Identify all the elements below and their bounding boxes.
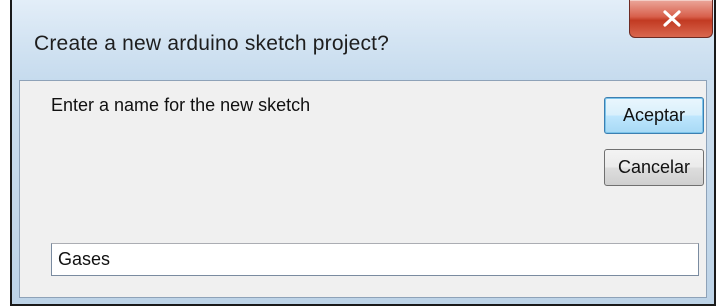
dialog-body: Enter a name for the new sketch Aceptar … xyxy=(19,80,707,298)
sketch-name-input[interactable] xyxy=(51,243,699,276)
cancel-button[interactable]: Cancelar xyxy=(604,149,704,186)
prompt-label: Enter a name for the new sketch xyxy=(51,95,311,115)
titlebar[interactable]: Create a new arduino sketch project? xyxy=(12,0,714,80)
accept-button[interactable]: Aceptar xyxy=(604,97,704,134)
close-button[interactable] xyxy=(629,0,713,38)
dialog-title: Create a new arduino sketch project? xyxy=(34,32,390,55)
close-icon xyxy=(663,10,681,27)
dialog-window: Create a new arduino sketch project? Ent… xyxy=(10,0,716,306)
